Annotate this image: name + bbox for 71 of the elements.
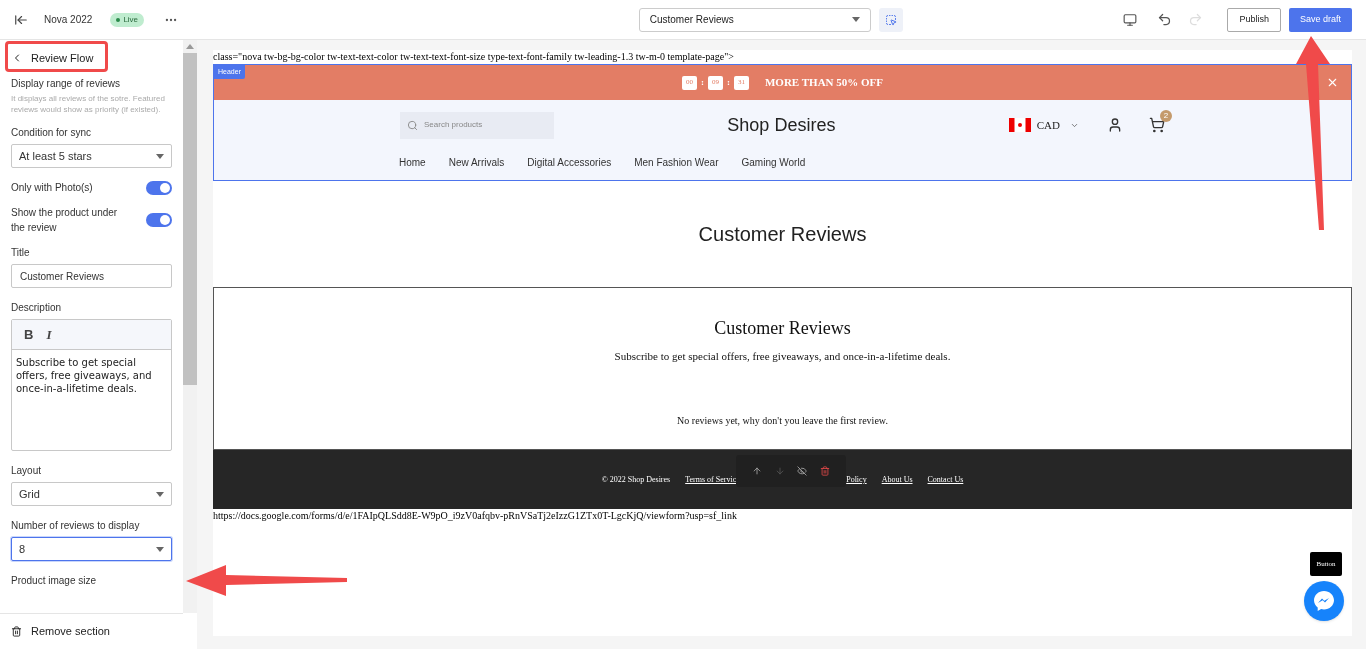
desktop-icon[interactable] [1123, 12, 1138, 27]
back-button[interactable]: Review Flow [11, 48, 94, 68]
caret-icon [156, 153, 164, 159]
footer-link[interactable]: Contact Us [927, 473, 964, 486]
messenger-icon [1313, 590, 1335, 612]
nav-link[interactable]: Digital Accessories [527, 154, 612, 170]
select-element-button[interactable] [878, 7, 903, 32]
nav-link[interactable]: Men Fashion Wear [634, 154, 719, 170]
messenger-button[interactable] [1304, 581, 1344, 621]
field-label: Display range of reviews [11, 77, 121, 91]
account-icon[interactable] [1107, 117, 1123, 133]
rich-text-editor[interactable]: B I Subscribe to get special offers, free giveaways, and once-in-a-lifetime deals. [11, 319, 172, 451]
store-logo[interactable]: Shop Desires [727, 111, 836, 139]
undo-icon[interactable] [1157, 12, 1173, 27]
toggle-label: Only with Photo(s) [11, 181, 94, 195]
footer-link[interactable]: Policy [846, 473, 867, 486]
trash-icon [11, 626, 22, 637]
bold-button[interactable]: B [24, 324, 34, 345]
delete-icon[interactable] [819, 466, 830, 476]
empty-message: No reviews yet, why don't you leave the first review. [677, 413, 888, 428]
nav-link[interactable]: Gaming World [741, 154, 806, 170]
section-title: Customer Reviews [698, 222, 867, 247]
select-field[interactable]: At least 5 stars [11, 144, 172, 168]
exit-icon[interactable] [14, 12, 28, 27]
field-label: Description [11, 301, 63, 315]
cart-count: 2 [1160, 110, 1172, 122]
footer-link[interactable]: About Us [881, 473, 913, 486]
close-icon[interactable] [1326, 76, 1339, 89]
caret-icon [156, 546, 164, 552]
footer-link[interactable]: Terms of Servic [685, 473, 737, 486]
field-label: Number of reviews to display [11, 519, 141, 533]
select-field[interactable]: 8 [11, 537, 172, 561]
toggle-switch[interactable] [146, 180, 172, 195]
copyright-text: © 2022 Shop Desires [601, 473, 671, 486]
field-label: Layout [11, 464, 43, 478]
title-field[interactable]: Customer Reviews [11, 264, 172, 288]
page-select[interactable]: Customer Reviews [638, 7, 871, 32]
select-field[interactable]: Grid [11, 482, 172, 506]
promo-text: MORE THAN 50% OFF [764, 75, 883, 91]
help-text: It displays all reviews of the sotre. Featured reviews would show as priority (if existed). [11, 93, 166, 115]
italic-button[interactable]: I [46, 324, 52, 345]
countdown-separator: : [700, 75, 704, 89]
scroll-up-icon[interactable] [186, 44, 194, 49]
remove-section-button[interactable]: Remove section [0, 613, 183, 649]
flag-icon [1008, 118, 1031, 132]
description-text: Subscribe to get special offers, free giveaways, and once-in-a-lifetime deals. [15, 356, 153, 396]
field-label: Title [11, 246, 31, 260]
save-draft-button[interactable]: Save draft [1288, 7, 1352, 32]
nav-link[interactable]: Home [399, 154, 426, 170]
url-text: https://docs.google.com/forms/d/e/1FAIpQLSdd8E-W9pO_i9zV0afqbv-pRnVSaTj2eIzzG1ZTx0T-LgcKjQ/viewform?usp=sf_link [213, 509, 738, 522]
hide-icon[interactable] [797, 466, 808, 476]
toggle-switch[interactable] [146, 213, 172, 227]
toggle-label: Show the product under the review [11, 206, 119, 235]
move-up-icon[interactable] [752, 466, 763, 476]
field-label: Condition for sync [11, 126, 93, 140]
reviews-subtitle: Subscribe to get special offers, free giveaways, and once-in-a-lifetime deals. [614, 349, 951, 364]
select-cursor-icon [884, 13, 897, 26]
search-icon [407, 119, 418, 131]
countdown-separator: : [726, 75, 730, 89]
caret-icon [156, 491, 164, 497]
currency-select[interactable]: CAD [1036, 116, 1060, 134]
cart-icon[interactable] [1149, 117, 1165, 133]
theme-name: Nova 2022 [44, 13, 93, 27]
reviews-title: Customer Reviews [714, 317, 851, 340]
nav-link[interactable]: New Arrivals [448, 154, 505, 170]
field-label: Product image size [11, 574, 98, 588]
class-text: class="nova tw-bg-bg-color tw-text-text-color tw-text-text-font-size type-text-font-family tw-leading-1.3 tw-m-0 template-page"> [213, 50, 735, 64]
publish-button[interactable]: Publish [1227, 7, 1281, 32]
caret-icon [851, 17, 860, 22]
scrollbar[interactable] [183, 40, 197, 613]
status-badge: Live [110, 12, 145, 27]
